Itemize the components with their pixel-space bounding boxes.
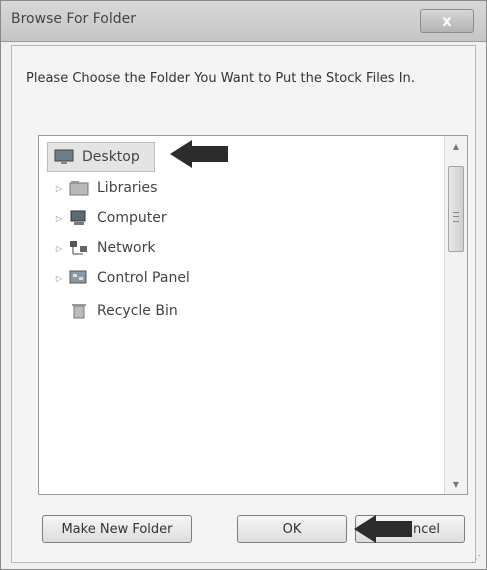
tree-item-computer[interactable]: ▷ Computer (53, 203, 167, 233)
tree-item-label: Network (97, 240, 156, 256)
computer-icon (69, 210, 89, 226)
title-bar[interactable]: Browse For Folder x (1, 1, 486, 42)
tree-item-label: Control Panel (97, 270, 190, 286)
window-title: Browse For Folder (11, 11, 137, 27)
tree-item-desktop[interactable]: Desktop (47, 142, 155, 172)
desktop-icon (54, 149, 74, 165)
expand-arrow-icon[interactable]: ▷ (53, 272, 65, 284)
network-icon (69, 240, 89, 256)
expand-arrow-icon[interactable]: ▷ (53, 242, 65, 254)
expand-arrow-icon[interactable]: ▷ (53, 182, 65, 194)
tree-item-recycle-bin[interactable]: Recycle Bin (69, 296, 178, 326)
control-panel-icon (69, 270, 89, 286)
folder-tree[interactable]: Desktop ▷ Libraries ▷ Computer ▷ Network… (38, 135, 468, 495)
make-new-folder-button[interactable]: Make New Folder (42, 515, 192, 543)
scroll-down-icon[interactable]: ▼ (445, 474, 467, 494)
pointer-arrow-desktop (170, 140, 228, 168)
prompt-text: Please Choose the Folder You Want to Put… (26, 71, 415, 86)
scrollbar-thumb[interactable] (448, 166, 464, 252)
pointer-arrow-ok (354, 515, 412, 543)
tree-item-label: Recycle Bin (97, 303, 178, 319)
tree-item-label: Computer (97, 210, 167, 226)
tree-item-label: Desktop (82, 149, 140, 165)
tree-item-label: Libraries (97, 180, 158, 196)
ok-button[interactable]: OK (237, 515, 347, 543)
libraries-icon (69, 180, 89, 196)
tree-item-control-panel[interactable]: ▷ Control Panel (53, 263, 190, 293)
expand-arrow-icon[interactable]: ▷ (53, 212, 65, 224)
tree-item-network[interactable]: ▷ Network (53, 233, 156, 263)
vertical-scrollbar[interactable]: ▲ ▼ (444, 136, 467, 494)
close-icon: x (442, 12, 452, 30)
resize-grip-icon[interactable]: ⋰ (471, 554, 483, 566)
thumb-grip-icon (453, 212, 459, 222)
close-button[interactable]: x (420, 9, 474, 33)
tree-item-libraries[interactable]: ▷ Libraries (53, 173, 158, 203)
recycle-bin-icon (69, 303, 89, 319)
scroll-up-icon[interactable]: ▲ (445, 136, 467, 156)
